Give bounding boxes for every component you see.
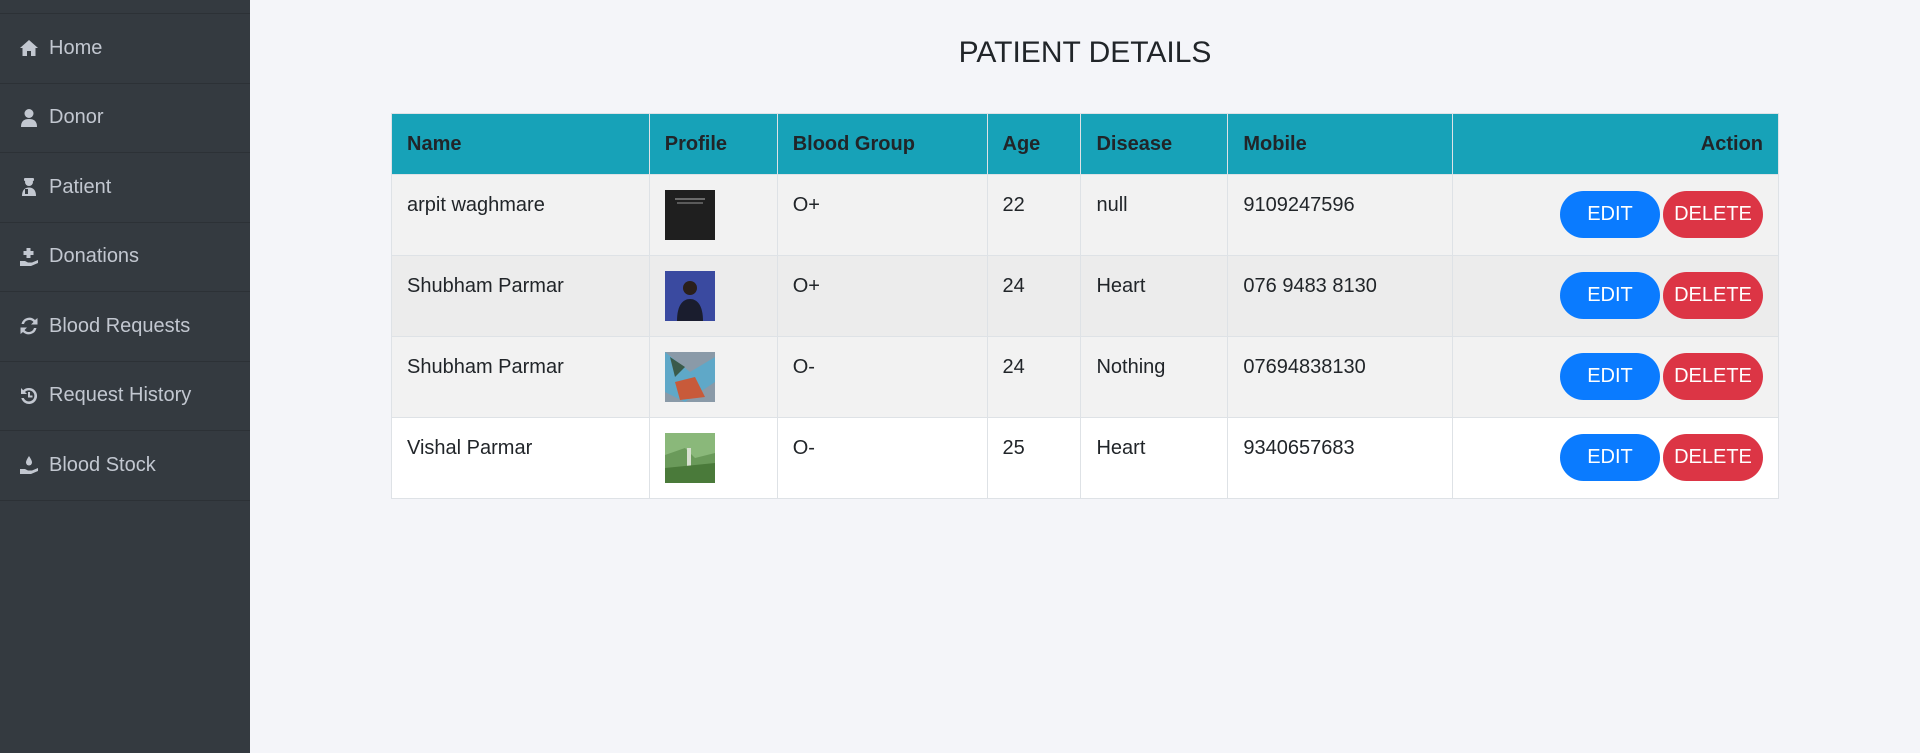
- cell-profile: [648, 417, 778, 499]
- patient-table-wrapper: Name Profile Blood Group Age Disease Mob…: [391, 113, 1779, 499]
- edit-button[interactable]: EDIT: [1560, 272, 1660, 319]
- patient-table: Name Profile Blood Group Age Disease Mob…: [391, 113, 1779, 499]
- column-header-blood-group: Blood Group: [776, 113, 988, 175]
- sidebar-item-label: Home: [49, 36, 103, 59]
- cell-profile: [648, 255, 778, 337]
- cell-mobile: 9340657683: [1227, 417, 1454, 499]
- sidebar-item-label: Patient: [49, 175, 112, 198]
- table-row: Shubham Parmar O+ 24 Heart 076 9483 8130…: [391, 255, 1779, 337]
- sidebar-item-donations[interactable]: Donations: [0, 223, 250, 292]
- edit-button[interactable]: EDIT: [1560, 191, 1660, 238]
- delete-button[interactable]: DELETE: [1663, 434, 1763, 481]
- cell-blood-group: O+: [776, 255, 988, 337]
- table-row: arpit waghmare O+ 22 null 9109247596 EDI…: [391, 174, 1779, 256]
- sidebar-item-label: Blood Requests: [49, 314, 191, 337]
- column-header-profile: Profile: [648, 113, 778, 175]
- sidebar-item-blood-stock[interactable]: Blood Stock: [0, 431, 250, 501]
- sidebar-item-label: Donations: [49, 245, 140, 268]
- cell-action: EDIT DELETE: [1452, 336, 1779, 418]
- table-row: Vishal Parmar O- 25 Heart 9340657683 EDI…: [391, 417, 1779, 499]
- sidebar-item-home[interactable]: Home: [0, 14, 250, 84]
- cell-name: Shubham Parmar: [391, 255, 650, 337]
- cell-mobile: 07694838130: [1227, 336, 1454, 418]
- cell-blood-group: O-: [776, 417, 988, 499]
- cell-disease: null: [1080, 174, 1229, 256]
- delete-button[interactable]: DELETE: [1663, 353, 1763, 400]
- refresh-icon: [18, 315, 40, 337]
- cell-action: EDIT DELETE: [1452, 174, 1779, 256]
- cell-disease: Nothing: [1080, 336, 1229, 418]
- sidebar-item-patient[interactable]: Patient: [0, 153, 250, 223]
- sidebar-item-label: Request History: [49, 384, 192, 407]
- edit-button[interactable]: EDIT: [1560, 353, 1660, 400]
- patient-icon: [18, 176, 40, 198]
- profile-thumbnail[interactable]: [664, 271, 715, 321]
- donation-icon: [18, 246, 40, 268]
- cell-action: EDIT DELETE: [1452, 417, 1779, 499]
- profile-thumbnail[interactable]: [664, 433, 715, 483]
- cell-name: Vishal Parmar: [391, 417, 650, 499]
- cell-age: 24: [986, 336, 1082, 418]
- column-header-mobile: Mobile: [1227, 113, 1454, 175]
- column-header-disease: Disease: [1080, 113, 1229, 175]
- sidebar-top-divider: [0, 0, 250, 14]
- hand-drop-icon: [18, 454, 40, 476]
- table-row: Shubham Parmar O- 24 Nothing 07694838130: [391, 336, 1779, 418]
- delete-button[interactable]: DELETE: [1663, 272, 1763, 319]
- column-header-name: Name: [391, 113, 650, 175]
- cell-mobile: 9109247596: [1227, 174, 1454, 256]
- cell-age: 22: [986, 174, 1082, 256]
- cell-mobile: 076 9483 8130: [1227, 255, 1454, 337]
- column-header-action: Action: [1452, 113, 1779, 175]
- edit-button[interactable]: EDIT: [1560, 434, 1660, 481]
- main-content: PATIENT DETAILS Name Profile Blood Group…: [250, 0, 1920, 753]
- cell-profile: [648, 174, 778, 256]
- profile-thumbnail[interactable]: [664, 190, 715, 240]
- cell-blood-group: O+: [776, 174, 988, 256]
- sidebar-item-label: Donor: [49, 106, 104, 129]
- table-header-row: Name Profile Blood Group Age Disease Mob…: [391, 113, 1779, 175]
- sidebar-item-label: Blood Stock: [49, 453, 156, 476]
- column-header-age: Age: [986, 113, 1082, 175]
- cell-age: 24: [986, 255, 1082, 337]
- cell-action: EDIT DELETE: [1452, 255, 1779, 337]
- sidebar-item-blood-requests[interactable]: Blood Requests: [0, 292, 250, 362]
- cell-disease: Heart: [1080, 255, 1229, 337]
- profile-thumbnail[interactable]: [664, 352, 715, 402]
- cell-name: Shubham Parmar: [391, 336, 650, 418]
- history-icon: [18, 385, 40, 407]
- sidebar-item-donor[interactable]: Donor: [0, 84, 250, 153]
- cell-blood-group: O-: [776, 336, 988, 418]
- user-icon: [18, 107, 40, 129]
- home-icon: [18, 37, 40, 59]
- sidebar-item-request-history[interactable]: Request History: [0, 362, 250, 431]
- cell-name: arpit waghmare: [391, 174, 650, 256]
- delete-button[interactable]: DELETE: [1663, 191, 1763, 238]
- page-title: PATIENT DETAILS: [958, 36, 1212, 69]
- cell-profile: [648, 336, 778, 418]
- sidebar: Home Donor Patient Donations Blood Reque…: [0, 0, 250, 753]
- cell-disease: Heart: [1080, 417, 1229, 499]
- cell-age: 25: [986, 417, 1082, 499]
